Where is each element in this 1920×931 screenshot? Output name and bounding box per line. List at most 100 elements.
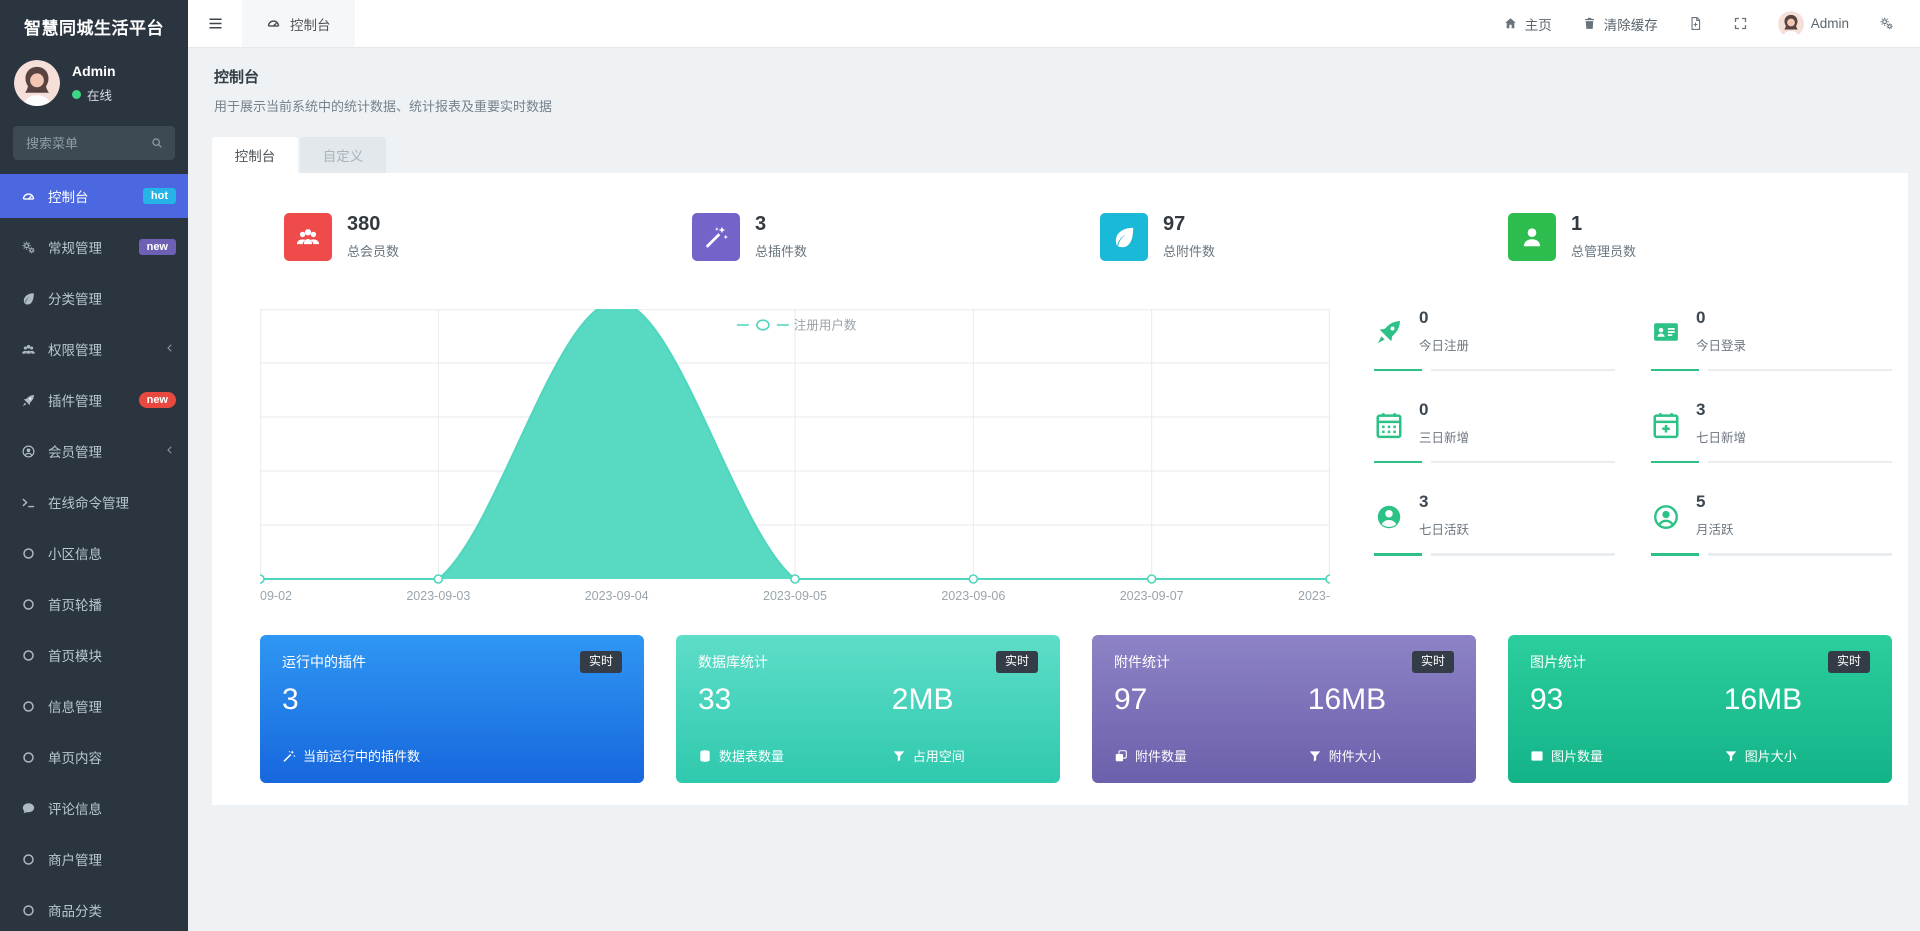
sidebar-item-2[interactable]: 分类管理 (0, 276, 188, 320)
sidebar-item-6[interactable]: 在线命令管理 (0, 480, 188, 524)
card-value-2: 16MB (1308, 683, 1454, 718)
avatar (1778, 11, 1804, 37)
sidebar-item-8[interactable]: 首页轮播 (0, 582, 188, 626)
sidebar-item-9[interactable]: 首页模块 (0, 633, 188, 677)
users-group-icon (18, 342, 38, 357)
page-title: 控制台 (214, 66, 1894, 87)
stat-tile-0: 380总会员数 (260, 213, 668, 261)
stat-label: 总管理员数 (1571, 241, 1636, 260)
mini-stat-label: 月活跃 (1696, 519, 1734, 538)
stat-tile-2: 97总附件数 (1076, 213, 1484, 261)
sidebar-item-label: 小区信息 (48, 543, 102, 563)
topbar-tab-dashboard[interactable]: 控制台 (242, 0, 355, 47)
sidebar-item-12[interactable]: 评论信息 (0, 786, 188, 830)
home-icon (1503, 16, 1518, 31)
sidebar-item-10[interactable]: 信息管理 (0, 684, 188, 728)
filter-icon (1724, 749, 1738, 763)
stat-value: 3 (755, 214, 807, 234)
sidebar-item-0[interactable]: 控制台hot (0, 174, 188, 218)
home-button[interactable]: 主页 (1503, 14, 1552, 34)
svg-text:2023-09-02: 2023-09-02 (260, 589, 292, 603)
sidebar-item-label: 会员管理 (48, 441, 102, 461)
fullscreen-button[interactable] (1733, 16, 1748, 31)
sidebar-item-label: 权限管理 (48, 339, 102, 359)
sidebar-item-14[interactable]: 商品分类 (0, 888, 188, 931)
app-title: 智慧同城生活平台 (0, 0, 188, 52)
tab-custom[interactable]: 自定义 (300, 137, 386, 173)
svg-text:2023-09-08: 2023-09-08 (1298, 589, 1330, 603)
sidebar-item-7[interactable]: 小区信息 (0, 531, 188, 575)
stat-icon-box (1100, 213, 1148, 261)
terminal-icon (18, 495, 38, 510)
menu-search (13, 126, 175, 160)
circle-o-icon (18, 597, 38, 612)
search-input[interactable] (24, 135, 150, 152)
filter-icon (892, 749, 906, 763)
sidebar-menu: 控制台hot 常规管理new 分类管理权限管理插件管理new 会员管理在线命令管理小区… (0, 174, 188, 931)
circle-o-icon (18, 750, 38, 765)
svg-text:2023-09-05: 2023-09-05 (763, 589, 827, 603)
page-subtitle: 用于展示当前系统中的统计数据、统计报表及重要实时数据 (214, 96, 1894, 115)
mini-stat-1: 0今日登录 (1651, 309, 1892, 371)
sidebar: 智慧同城生活平台 Admin 在线 控制台hot常规管理new分类管理权限管理插… (0, 0, 188, 931)
sidebar-item-label: 商品分类 (48, 900, 102, 920)
filter-icon (1308, 749, 1322, 763)
circle-o-icon (18, 546, 38, 561)
search-icon[interactable] (150, 136, 164, 150)
sidebar-item-11[interactable]: 单页内容 (0, 735, 188, 779)
sidebar-item-3[interactable]: 权限管理 (0, 327, 188, 371)
realtime-badge: 实时 (1412, 651, 1454, 673)
user-status: 在线 (72, 85, 116, 104)
id-card-icon (1651, 311, 1681, 354)
sidebar-item-1[interactable]: 常规管理new (0, 225, 188, 269)
card-footer-right: 占用空间 (913, 746, 965, 765)
sidebar-item-label: 首页模块 (48, 645, 102, 665)
trash-icon (1582, 16, 1597, 31)
stat-label: 总会员数 (347, 241, 399, 260)
topbar-tab-label: 控制台 (290, 14, 331, 34)
card-title: 运行中的插件 (282, 652, 366, 672)
summary-cards-row: 运行中的插件实时3当前运行中的插件数数据库统计实时332MB数据表数量占用空间附… (260, 635, 1892, 783)
card-title: 图片统计 (1530, 652, 1586, 672)
sidebar-item-13[interactable]: 商户管理 (0, 837, 188, 881)
home-label: 主页 (1525, 14, 1552, 34)
mini-stat-rule (1651, 369, 1892, 372)
stat-icon-box (692, 213, 740, 261)
menu-badge: new (139, 392, 176, 408)
language-button[interactable] (1688, 16, 1703, 31)
comment-icon (18, 801, 38, 816)
magic-wand-icon (703, 224, 729, 250)
mini-stat-value: 3 (1419, 493, 1469, 512)
mini-stat-label: 今日注册 (1419, 335, 1469, 354)
mini-stat-label: 今日登录 (1696, 335, 1746, 354)
registered-users-chart[interactable]: 注册用户数2023-09-022023-09-032023-09-042023-… (260, 309, 1330, 609)
clear-cache-button[interactable]: 清除缓存 (1582, 14, 1658, 34)
summary-card-3: 图片统计实时9316MB图片数量图片大小 (1508, 635, 1892, 783)
clear-cache-label: 清除缓存 (1604, 14, 1658, 34)
sidebar-item-label: 在线命令管理 (48, 492, 129, 512)
card-footer-left: 数据表数量 (719, 746, 784, 765)
database-icon (698, 749, 712, 763)
svg-text:2023-09-07: 2023-09-07 (1120, 589, 1184, 603)
sidebar-item-5[interactable]: 会员管理 (0, 429, 188, 473)
tab-dashboard[interactable]: 控制台 (212, 137, 298, 173)
summary-card-1: 数据库统计实时332MB数据表数量占用空间 (676, 635, 1060, 783)
settings-button[interactable] (1879, 16, 1894, 31)
stats-row: 380总会员数3总插件数97总附件数1总管理员数 (260, 173, 1892, 261)
avatar (14, 60, 60, 106)
realtime-badge: 实时 (1828, 651, 1870, 673)
card-footer-left: 图片数量 (1551, 746, 1603, 765)
card-title: 数据库统计 (698, 652, 768, 672)
topbar: 控制台 主页 清除缓存 Admin (188, 0, 1920, 48)
sidebar-item-4[interactable]: 插件管理new (0, 378, 188, 422)
mini-stat-4: 3 七日活跃 (1374, 493, 1615, 555)
card-value-1: 93 (1530, 683, 1724, 718)
mini-stat-label: 七日活跃 (1419, 519, 1469, 538)
chevron-left-icon (164, 444, 176, 459)
mini-stat-value: 0 (1419, 401, 1469, 420)
user-menu[interactable]: Admin (1778, 11, 1849, 37)
leaf-icon (18, 291, 38, 306)
circle-o-icon (18, 903, 38, 918)
sidebar-toggle-button[interactable] (188, 0, 242, 47)
stat-tile-3: 1总管理员数 (1484, 213, 1892, 261)
